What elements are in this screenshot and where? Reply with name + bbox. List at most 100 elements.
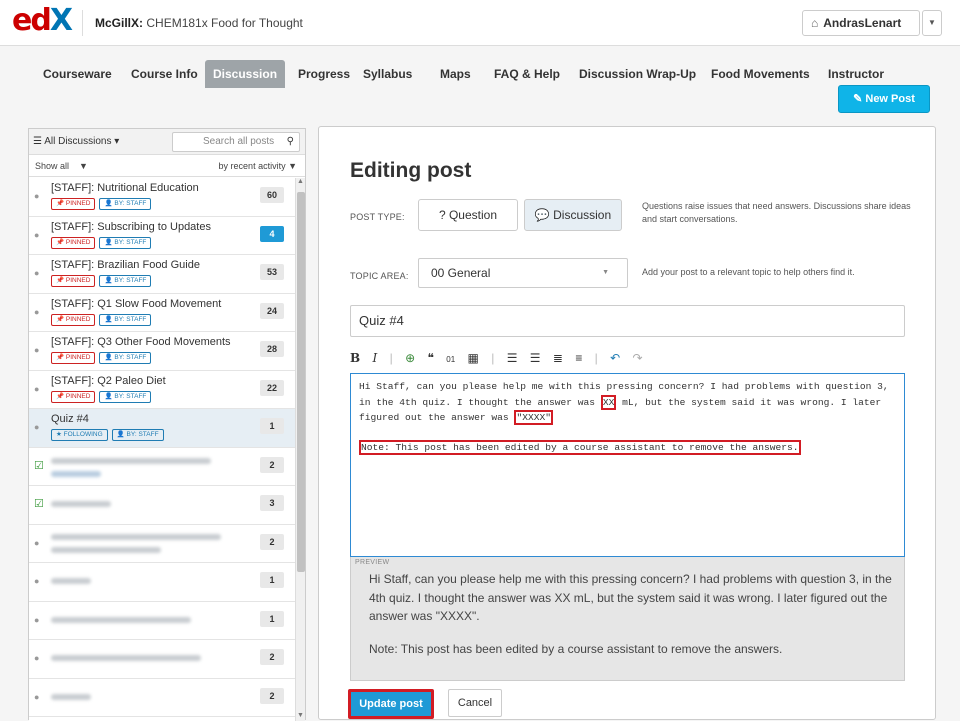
blurred-title [51, 546, 161, 553]
cancel-button[interactable]: Cancel [448, 689, 502, 717]
topic-area-select[interactable]: 00 General ▼ [418, 258, 628, 288]
blockquote-icon[interactable]: ❝ [427, 351, 433, 365]
blurred-title [51, 693, 91, 700]
all-discussions-dropdown[interactable]: ☰ All Discussions ▾ [33, 136, 119, 147]
post-type-help: Questions raise issues that need answers… [642, 201, 911, 224]
pinned-badge: 📌 PINNED [51, 390, 96, 403]
preview-note: Note: This post has been edited by a cou… [369, 641, 783, 656]
following-badge: ★ FOLLOWING [51, 429, 108, 441]
comment-icon: ● [34, 653, 40, 663]
undo-icon[interactable]: ↶ [610, 351, 620, 365]
tab-course-info[interactable]: Course Info [123, 60, 206, 88]
list-item[interactable]: ● 2 [29, 524, 295, 563]
show-filter-dropdown[interactable]: Show all ▼ [35, 161, 88, 171]
bulleted-list-icon[interactable]: ☰ [530, 351, 541, 365]
bold-icon[interactable]: B [350, 351, 360, 365]
sidebar-scrollbar[interactable]: ▲ ▼ [295, 178, 305, 721]
list-item[interactable]: ● 1 [29, 601, 295, 640]
page-title: Editing post [350, 159, 472, 182]
list-item[interactable]: ☑ ★ FOLLOWING 3 [29, 717, 295, 721]
user-dropdown-toggle[interactable]: ▼ [922, 10, 942, 36]
staff-badge: 👤 BY: STAFF [99, 236, 152, 249]
comment-icon: ● [34, 614, 40, 625]
chevron-down-icon: ▼ [602, 269, 609, 276]
discussion-type-button[interactable]: 💬 Discussion [524, 199, 622, 231]
toolbar-separator: | [491, 351, 495, 365]
question-type-button[interactable]: ? Question [418, 199, 518, 231]
header-divider [82, 10, 83, 36]
link-icon[interactable]: ⊕ [405, 351, 415, 365]
staff-badge: 👤 BY: STAFF [99, 198, 152, 210]
staff-badge: 👤 BY: STAFF [99, 313, 152, 326]
tab-courseware[interactable]: Courseware [35, 60, 120, 88]
comments-icon: 💬 [534, 208, 550, 222]
tab-maps[interactable]: Maps [432, 60, 479, 88]
list-item[interactable]: ● 2 [29, 640, 295, 679]
staff-badge: 👤 BY: STAFF [99, 352, 152, 364]
comment-count: 22 [260, 379, 284, 396]
list-item[interactable]: ● 2 [29, 678, 295, 717]
tab-food-movements[interactable]: Food Movements [703, 60, 818, 88]
thread-list: ● [STAFF]: Nutritional Education 📌 PINNE… [29, 178, 295, 721]
comment-icon: ● [34, 383, 40, 394]
list-item[interactable]: ● [STAFF]: Brazilian Food Guide 📌 PINNED… [29, 255, 295, 294]
comment-count: 60 [260, 187, 284, 203]
chevron-down-icon: ▼ [928, 18, 936, 27]
list-item[interactable]: ● Quiz #4 ★ FOLLOWING 👤 BY: STAFF 1 [29, 409, 295, 448]
image-icon[interactable]: ▦ [468, 351, 479, 365]
blurred-title [51, 533, 221, 540]
search-icon[interactable]: ⚲ [287, 133, 294, 151]
blurred-badge [51, 470, 101, 477]
comment-count: 2 [260, 687, 284, 704]
list-item[interactable]: ● [STAFF]: Q3 Other Food Movements 📌 PIN… [29, 332, 295, 371]
post-body-text: Hi Staff, can you please help me with th… [359, 381, 889, 425]
edx-logo[interactable]: edX [12, 6, 73, 36]
update-post-button[interactable]: Update post [348, 689, 434, 719]
staff-badge: 👤 BY: STAFF [99, 275, 152, 287]
list-item[interactable]: ☑ 2 [29, 447, 295, 486]
pinned-badge: 📌 PINNED [51, 275, 96, 287]
comment-icon: ● [34, 422, 40, 432]
new-post-button[interactable]: ✎ New Post [838, 85, 930, 113]
tab-discussion-wrap-up[interactable]: Discussion Wrap-Up [571, 60, 704, 88]
comment-icon: ● [34, 229, 40, 240]
scrollbar-thumb[interactable] [297, 192, 305, 572]
list-item[interactable]: ● [STAFF]: Q1 Slow Food Movement 📌 PINNE… [29, 293, 295, 332]
search-input[interactable]: Search all posts ⚲ [172, 132, 300, 152]
user-menu-button[interactable]: ⌂ AndrasLenart [802, 10, 920, 36]
scroll-up-icon[interactable]: ▲ [297, 178, 304, 185]
list-item[interactable]: ☑ 3 [29, 486, 295, 525]
numbered-list-icon[interactable]: ☰ [507, 351, 518, 365]
comment-count: 1 [260, 610, 284, 627]
post-body-editor[interactable]: Hi Staff, can you please help me with th… [350, 373, 905, 557]
post-title-input[interactable]: Quiz #4 [350, 305, 905, 337]
comment-count: 24 [260, 302, 284, 319]
tab-discussion[interactable]: Discussion [205, 60, 286, 88]
comment-count: 2 [260, 649, 284, 665]
discussion-sidebar: ☰ All Discussions ▾ Search all posts ⚲ Sh… [28, 128, 306, 721]
topic-area-help: Add your post to a relevant topic to hel… [642, 267, 855, 277]
redo-icon[interactable]: ↷ [633, 351, 643, 365]
list-item[interactable]: ● 1 [29, 563, 295, 602]
list-item[interactable]: ● [STAFF]: Nutritional Education 📌 PINNE… [29, 178, 295, 217]
tab-syllabus[interactable]: Syllabus [355, 60, 420, 88]
sort-dropdown[interactable]: by recent activity ▼ [219, 161, 297, 171]
code-icon[interactable]: 01 [446, 355, 455, 364]
blurred-title [51, 457, 211, 464]
tab-progress[interactable]: Progress [290, 60, 358, 88]
horizontal-rule-icon[interactable]: ≡ [575, 351, 582, 365]
tab-faq-help[interactable]: FAQ & Help [486, 60, 568, 88]
italic-icon[interactable]: I [373, 351, 378, 365]
comment-icon: ● [34, 191, 40, 201]
list-item[interactable]: ● [STAFF]: Subscribing to Updates 📌 PINN… [29, 216, 295, 255]
comment-count: 28 [260, 341, 284, 357]
list-item[interactable]: ● [STAFF]: Q2 Paleo Diet 📌 PINNED 👤 BY: S… [29, 370, 295, 409]
heading-icon[interactable]: ≣ [553, 351, 563, 365]
comment-icon: ● [34, 576, 40, 586]
post-preview: PREVIEW Hi Staff, can you please help me… [350, 557, 905, 681]
tab-instructor[interactable]: Instructor [820, 60, 892, 88]
preview-label: PREVIEW [355, 559, 390, 566]
scroll-down-icon[interactable]: ▼ [297, 712, 304, 719]
staff-badge: 👤 BY: STAFF [111, 429, 164, 441]
menu-icon: ☰ [33, 136, 42, 147]
